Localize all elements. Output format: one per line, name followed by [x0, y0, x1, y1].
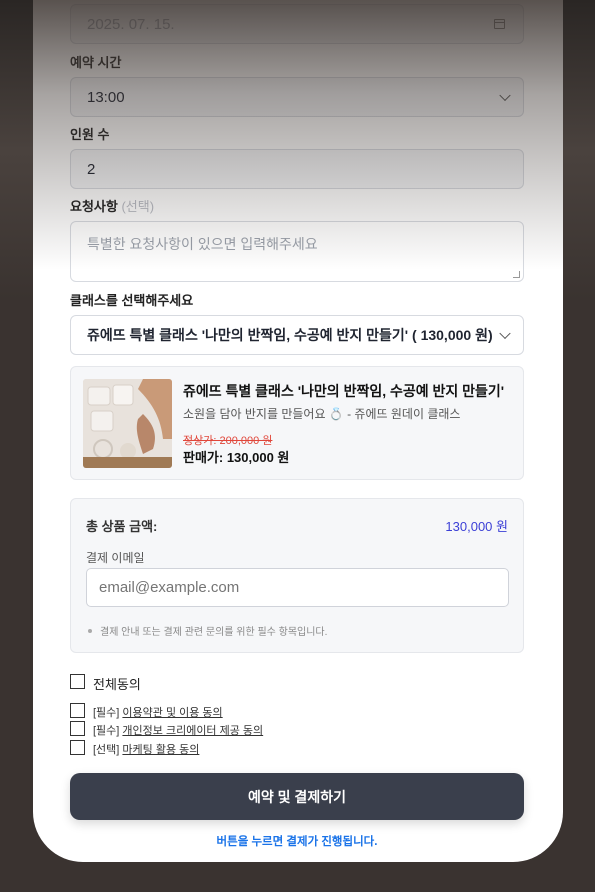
email-label: 결제 이메일 — [86, 551, 145, 565]
reserve-pay-button[interactable]: 예약 및 결제하기 — [70, 773, 524, 820]
agree-terms-checkbox[interactable] — [70, 703, 85, 718]
agree-all-checkbox[interactable] — [70, 674, 85, 689]
email-input[interactable] — [86, 568, 509, 607]
time-select[interactable]: 13:00 — [70, 77, 524, 117]
agree-privacy-checkbox[interactable] — [70, 721, 85, 736]
time-label: 예약 시간 — [70, 55, 122, 70]
agree-marketing-label: [선택] 마케팅 활용 동의 — [93, 741, 199, 757]
product-card: 쥬에뜨 특별 클래스 '나만의 반짝임, 수공예 반지 만들기' 소원을 담아 … — [70, 366, 524, 480]
request-placeholder: 특별한 요청사항이 있으면 입력해주세요 — [87, 236, 318, 252]
total-value: 130,000 원 — [445, 519, 508, 534]
date-input[interactable]: 2025. 07. 15. — [70, 4, 524, 44]
agree-privacy-label: [필수] 개인정보 크리에이터 제공 동의 — [93, 722, 263, 738]
sale-price: 판매가: 130,000 원 — [183, 450, 290, 465]
agree-marketing-link[interactable]: 마케팅 활용 동의 — [122, 744, 199, 756]
request-textarea[interactable]: 특별한 요청사항이 있으면 입력해주세요 — [70, 221, 524, 282]
agree-terms-link[interactable]: 이용약관 및 이용 동의 — [122, 707, 222, 719]
date-value: 2025. 07. 15. — [87, 15, 175, 33]
note-text: 결제 안내 또는 결제 관련 문의를 위한 필수 항목입니다. — [100, 627, 328, 638]
agree-terms-label: [필수] 이용약관 및 이용 동의 — [93, 704, 223, 720]
people-label: 인원 수 — [70, 127, 110, 142]
product-title: 쥬에뜨 특별 클래스 '나만의 반짝임, 수공예 반지 만들기' — [183, 383, 505, 399]
total-label: 총 상품 금액: — [86, 519, 158, 534]
agree-all-label[interactable]: 전체동의 — [93, 674, 141, 693]
agree-marketing-checkbox[interactable] — [70, 740, 85, 755]
agree-terms-prefix: [필수] — [93, 707, 120, 719]
people-value: 2 — [87, 160, 96, 178]
payment-summary: 총 상품 금액: 130,000 원 결제 이메일 결제 안내 또는 결제 관련… — [70, 498, 524, 653]
agree-privacy-prefix: [필수] — [93, 725, 120, 737]
chevron-down-icon — [499, 327, 511, 340]
cta-hint: 버튼을 누르면 결제가 진행됩니다. — [216, 836, 378, 848]
chevron-down-icon — [499, 89, 511, 102]
class-value: 쥬에뜨 특별 클래스 '나만의 반짝임, 수공예 반지 만들기' ( 130,0… — [87, 327, 493, 343]
ring-craft-photo-icon — [83, 379, 172, 468]
email-note: 결제 안내 또는 결제 관련 문의를 위한 필수 항목입니다. — [86, 623, 327, 638]
agree-privacy-link[interactable]: 개인정보 크리에이터 제공 동의 — [122, 725, 263, 737]
request-optional: (선택) — [121, 199, 155, 214]
agree-marketing-prefix: [선택] — [93, 744, 120, 756]
class-label: 클래스를 선택해주세요 — [70, 293, 194, 308]
product-desc: 소원을 담아 반지를 만들어요 💍 - 쥬에뜨 원데이 클래스 — [183, 407, 461, 421]
request-label: 요청사항 (선택) — [70, 196, 154, 215]
time-value: 13:00 — [87, 88, 125, 106]
original-price: 정상가: 200,000 원 — [183, 435, 273, 447]
request-label-text: 요청사항 — [70, 199, 118, 214]
calendar-icon[interactable] — [494, 19, 505, 29]
resize-handle-icon[interactable] — [513, 271, 520, 278]
people-input[interactable]: 2 — [70, 149, 524, 189]
bullet-icon — [88, 629, 92, 633]
class-select[interactable]: 쥬에뜨 특별 클래스 '나만의 반짝임, 수공예 반지 만들기' ( 130,0… — [70, 315, 524, 355]
product-image — [83, 379, 172, 468]
